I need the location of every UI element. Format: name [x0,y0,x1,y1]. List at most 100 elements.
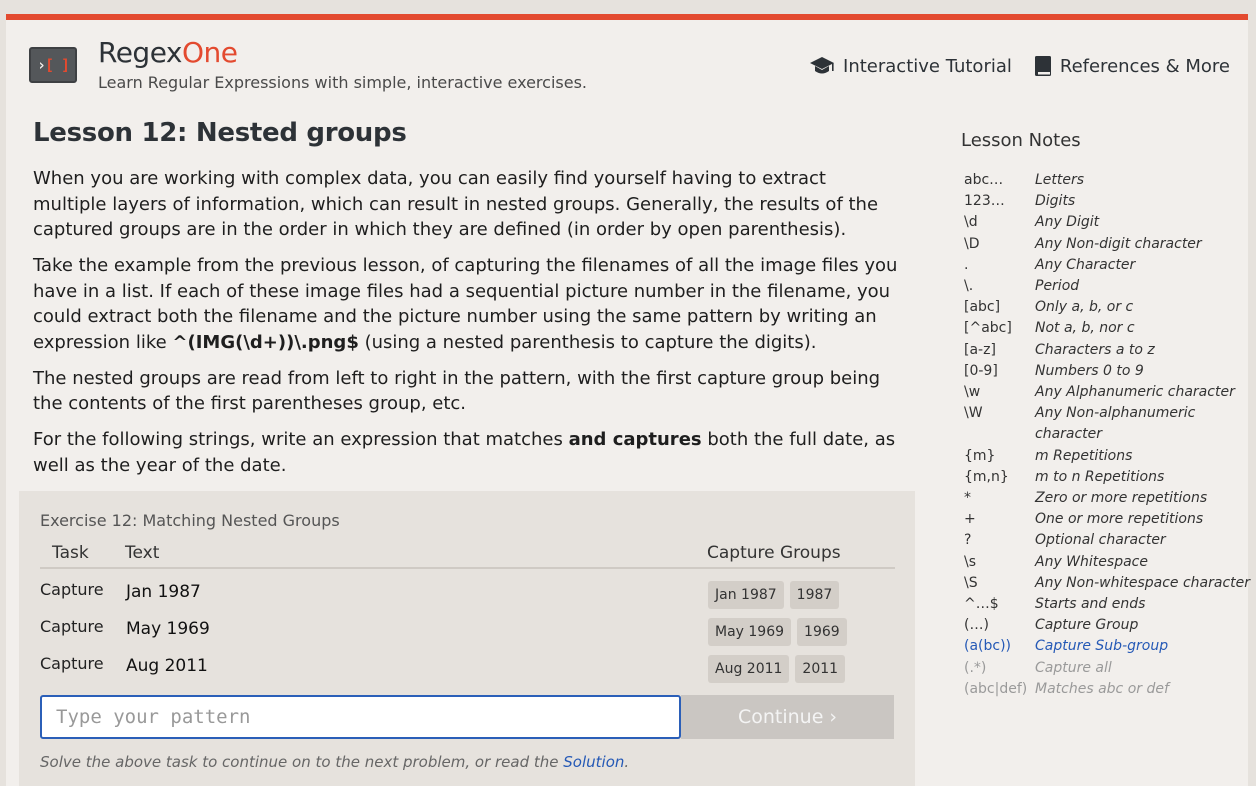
lesson-note-item[interactable]: \s Any Whitespace [964,552,1254,573]
note-syntax: (…) [964,617,989,634]
note-meaning: Digits [1035,193,1076,210]
lesson-note-item[interactable]: [a-z] Characters a to z [964,340,1254,361]
lesson-note-item[interactable]: (a(bc)) Capture Sub-group [964,636,1254,657]
note-syntax: \S [964,574,978,591]
capture-group-badge: 2011 [795,655,846,683]
note-meaning: Capture Sub-group [1035,638,1169,655]
note-meaning: Any Whitespace [1035,553,1148,570]
nav-interactive-tutorial-label: Interactive Tutorial [843,55,1012,77]
note-syntax: \w [964,384,981,401]
note-syntax: * [964,490,971,507]
lesson-note-item[interactable]: (abc|def) Matches abc or def [964,679,1254,700]
note-meaning: Starts and ends [1035,596,1146,613]
note-meaning: Zero or more repetitions [1035,490,1208,507]
lesson-notes-list: abc… Letters 123… Digits \d Any Digit \D Any No… [964,170,1254,700]
table-row: Capture Aug 2011 Aug 2011 2011 [40,652,895,686]
lesson-note-item[interactable]: \S Any Non-whitespace character [964,573,1254,594]
row-text: Jan 1987 [126,582,201,602]
solution-link[interactable]: Solution [563,753,624,771]
p2-code-example: ^(IMG(\d+))\.png$ [172,331,359,353]
lesson-note-item[interactable]: (…) Capture Group [964,615,1254,636]
capture-group-badge: Aug 2011 [708,655,790,683]
note-meaning: Optional character [1035,532,1166,549]
nav-references-label: References & More [1059,55,1230,77]
row-text: Aug 2011 [126,656,208,676]
note-syntax: [abc] [964,299,1001,316]
note-meaning: Any Character [1035,256,1136,273]
lesson-body: When you are working with complex data, … [33,166,903,489]
lesson-note-item[interactable]: \W Any Non-alphanumeric character [964,403,1254,445]
pattern-input[interactable] [40,695,681,739]
logo[interactable]: ›[ ] [29,47,77,83]
lesson-note-item[interactable]: [abc] Only a, b, or c [964,297,1254,318]
brand-main: Regex [98,36,183,69]
lesson-note-item[interactable]: . Any Character [964,255,1254,276]
note-meaning: Any Alphanumeric character [1035,384,1235,401]
p4-text: For the following strings, write an expr… [33,429,569,450]
tagline: Learn Regular Expressions with simple, i… [98,73,587,92]
capture-group-badge: 1969 [797,618,847,646]
note-meaning: m Repetitions [1035,447,1133,464]
lesson-note-item[interactable]: {m,n} m to n Repetitions [964,467,1254,488]
lesson-note-item[interactable]: ^…$ Starts and ends [964,594,1254,615]
exercise-table-header: Task Text Capture Groups [40,543,895,569]
note-meaning: Any Non-digit character [1035,235,1202,252]
note-meaning: Matches abc or def [1035,680,1169,697]
note-syntax: \W [964,405,983,422]
note-meaning: Any Non-alphanumeric character [1035,405,1196,443]
row-capture-groups: May 1969 1969 [708,618,847,646]
lesson-note-item[interactable]: \D Any Non-digit character [964,234,1254,255]
solve-note-text: Solve the above task to continue on to t… [40,753,564,771]
page-container: ›[ ] RegexOne Learn Regular Expressions … [6,14,1250,786]
lesson-note-item[interactable]: {m} m Repetitions [964,446,1254,467]
row-task: Capture [40,580,104,599]
header-capture-groups: Capture Groups [707,543,841,563]
lesson-note-item[interactable]: (.*) Capture all [964,658,1254,679]
lesson-paragraph-4: For the following strings, write an expr… [33,427,903,478]
row-capture-groups: Aug 2011 2011 [708,655,846,683]
lesson-note-item[interactable]: [0-9] Numbers 0 to 9 [964,361,1254,382]
graduation-cap-icon [810,57,835,74]
lesson-note-item[interactable]: \d Any Digit [964,212,1254,233]
note-syntax: \s [964,553,977,570]
note-meaning: Not a, b, nor c [1035,320,1135,337]
brand-title[interactable]: RegexOne [98,36,238,69]
header-task: Task [52,543,89,563]
lesson-note-item[interactable]: \w Any Alphanumeric character [964,382,1254,403]
note-meaning: Characters a to z [1035,341,1155,358]
nav-interactive-tutorial[interactable]: Interactive Tutorial [809,55,1012,77]
row-task: Capture [40,617,104,636]
lesson-note-item[interactable]: * Zero or more repetitions [964,488,1254,509]
lesson-note-item[interactable]: ? Optional character [964,530,1254,551]
lesson-note-item[interactable]: 123… Digits [964,191,1254,212]
note-meaning: Any Non-whitespace character [1035,574,1251,591]
note-syntax: \d [964,214,978,231]
lesson-note-item[interactable]: abc… Letters [964,170,1254,191]
table-row: Capture May 1969 May 1969 1969 [40,615,895,649]
note-syntax: abc… [964,172,1004,188]
p4-bold: and captures [568,429,702,450]
lesson-note-item[interactable]: \. Period [964,276,1254,297]
note-meaning: Any Digit [1035,214,1100,231]
capture-group-badge: Jan 1987 [708,581,784,609]
note-meaning: m to n Repetitions [1035,468,1165,485]
capture-group-badge: May 1969 [708,618,792,646]
exercise-panel: Exercise 12: Matching Nested Groups Task… [19,491,915,786]
note-syntax: (abc|def) [964,680,1028,697]
lesson-paragraph-1: When you are working with complex data, … [33,168,879,240]
header-text: Text [125,543,160,563]
note-meaning: Letters [1035,172,1085,188]
note-syntax: \D [964,235,980,252]
note-syntax: [0-9] [964,362,998,379]
row-task: Capture [40,654,104,673]
note-syntax: + [964,511,976,528]
lesson-note-item[interactable]: [^abc] Not a, b, nor c [964,318,1254,339]
note-syntax: {m,n} [964,468,1009,485]
table-row: Capture Jan 1987 Jan 1987 1987 [40,578,895,612]
note-syntax: (a(bc)) [964,638,1012,655]
lesson-note-item[interactable]: + One or more repetitions [964,509,1254,530]
nav-references[interactable]: References & More [1034,55,1230,77]
lesson-paragraph-2: Take the example from the previous lesso… [33,253,903,355]
continue-button[interactable]: Continue › [681,695,894,739]
exercise-title: Exercise 12: Matching Nested Groups [40,511,340,530]
